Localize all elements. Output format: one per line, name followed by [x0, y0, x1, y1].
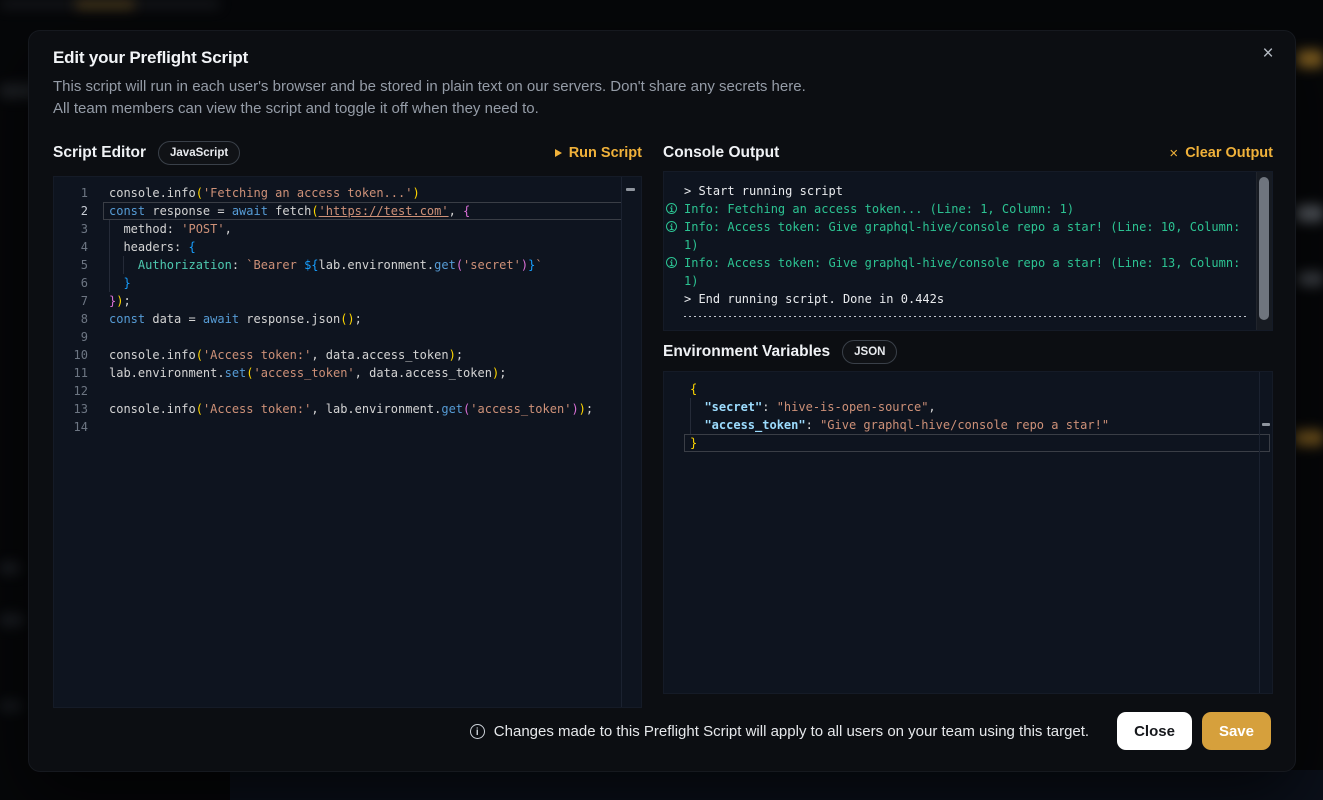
backdrop-blob: [1297, 50, 1323, 68]
console-line: iInfo: Fetching an access token... (Line…: [664, 200, 1272, 218]
script-editor-header: Script Editor JavaScript Run Script: [53, 140, 642, 166]
code-line: 2const response = await fetch('https://t…: [54, 202, 641, 220]
close-button[interactable]: Close: [1117, 712, 1192, 750]
code-line: 14: [54, 418, 641, 436]
code-line: 4 headers: {: [54, 238, 641, 256]
close-icon[interactable]: ×: [1257, 43, 1279, 65]
json-badge: JSON: [842, 340, 897, 364]
play-icon: [555, 149, 562, 157]
env-editor-code[interactable]: { "secret": "hive-is-open-source", "acce…: [664, 372, 1272, 693]
code-line: {: [664, 380, 1272, 398]
code-line: 12: [54, 382, 641, 400]
modal-description: This script will run in each user's brow…: [53, 78, 806, 95]
code-line: "access_token": "Give graphql-hive/conso…: [664, 416, 1272, 434]
console-separator: [684, 316, 1246, 317]
javascript-badge: JavaScript: [158, 141, 240, 165]
code-line: 1console.info('Fetching an access token.…: [54, 184, 641, 202]
run-script-label: Run Script: [569, 145, 642, 161]
line-number: 13: [54, 400, 88, 418]
console-output-panel: > Start running scriptiInfo: Fetching an…: [663, 171, 1273, 331]
modal-footer: i Changes made to this Preflight Script …: [53, 712, 1271, 750]
code-line: 13console.info('Access token:', lab.envi…: [54, 400, 641, 418]
run-script-button[interactable]: Run Script: [555, 145, 642, 161]
backdrop-blob: [75, 0, 135, 9]
minimap-divider: [1259, 372, 1260, 693]
info-icon: i: [666, 221, 677, 232]
code-line: 11lab.environment.set('access_token', da…: [54, 364, 641, 382]
backdrop-blob: [0, 614, 24, 626]
code-line: 9: [54, 328, 641, 346]
code-line: 5 Authorization: `Bearer ${lab.environme…: [54, 256, 641, 274]
code-line: 10console.info('Access token:', data.acc…: [54, 346, 641, 364]
line-number: 1: [54, 184, 88, 202]
line-number: 14: [54, 418, 88, 436]
console-line: > End running script. Done in 0.442s: [664, 290, 1272, 308]
script-editor-heading: Script Editor: [53, 144, 146, 162]
line-number: 3: [54, 220, 88, 238]
minimap: [626, 188, 635, 191]
backdrop-blob: [1298, 272, 1323, 286]
minimap: [1262, 423, 1270, 426]
line-number: 2: [54, 202, 88, 220]
clear-output-button[interactable]: × Clear Output: [1169, 145, 1273, 161]
console-header: Console Output × Clear Output: [663, 140, 1273, 166]
line-number: 11: [54, 364, 88, 382]
line-number: 12: [54, 382, 88, 400]
footer-note: Changes made to this Preflight Script wi…: [494, 723, 1089, 740]
info-icon: i: [666, 203, 677, 214]
code-line: 7});: [54, 292, 641, 310]
modal-description: All team members can view the script and…: [53, 100, 539, 117]
backdrop-blob: [1296, 205, 1323, 222]
console-line: 1): [664, 272, 1272, 290]
line-number: 6: [54, 274, 88, 292]
clear-output-label: Clear Output: [1185, 145, 1273, 161]
line-number: 7: [54, 292, 88, 310]
code-line: "secret": "hive-is-open-source",: [664, 398, 1272, 416]
info-icon: i: [666, 257, 677, 268]
screen: Edit your Preflight Script This script w…: [0, 0, 1323, 800]
backdrop-blob: [1294, 430, 1323, 446]
backdrop-blob: [0, 700, 22, 712]
scrollbar-thumb[interactable]: [1259, 177, 1269, 320]
console-line: iInfo: Access token: Give graphql-hive/c…: [664, 254, 1272, 272]
backdrop-panel: [230, 770, 1323, 800]
console-log: > Start running scriptiInfo: Fetching an…: [664, 172, 1272, 330]
script-editor[interactable]: 1console.info('Fetching an access token.…: [53, 176, 642, 708]
clear-icon: ×: [1169, 146, 1178, 161]
code-line: 3 method: 'POST',: [54, 220, 641, 238]
environment-variables-heading: Environment Variables: [663, 343, 830, 361]
line-number: 8: [54, 310, 88, 328]
code-line: 6 }: [54, 274, 641, 292]
code-line: 8const data = await response.json();: [54, 310, 641, 328]
line-number: 10: [54, 346, 88, 364]
minimap-divider: [621, 177, 622, 707]
page-title: Edit your Preflight Script: [53, 48, 248, 68]
line-number: 4: [54, 238, 88, 256]
info-icon: i: [470, 724, 485, 739]
line-number: 5: [54, 256, 88, 274]
env-header: Environment Variables JSON: [663, 339, 1273, 365]
preflight-script-modal: Edit your Preflight Script This script w…: [28, 30, 1296, 772]
script-editor-code[interactable]: 1console.info('Fetching an access token.…: [54, 177, 641, 707]
console-line: > Start running script: [664, 182, 1272, 200]
save-button[interactable]: Save: [1202, 712, 1271, 750]
console-output-heading: Console Output: [663, 144, 779, 162]
line-number: 9: [54, 328, 88, 346]
console-line: 1): [664, 236, 1272, 254]
code-line: }: [664, 434, 1272, 452]
console-line: iInfo: Access token: Give graphql-hive/c…: [664, 218, 1272, 236]
environment-variables-editor[interactable]: { "secret": "hive-is-open-source", "acce…: [663, 371, 1273, 694]
backdrop-blob: [0, 562, 20, 574]
scrollbar[interactable]: [1256, 172, 1272, 330]
